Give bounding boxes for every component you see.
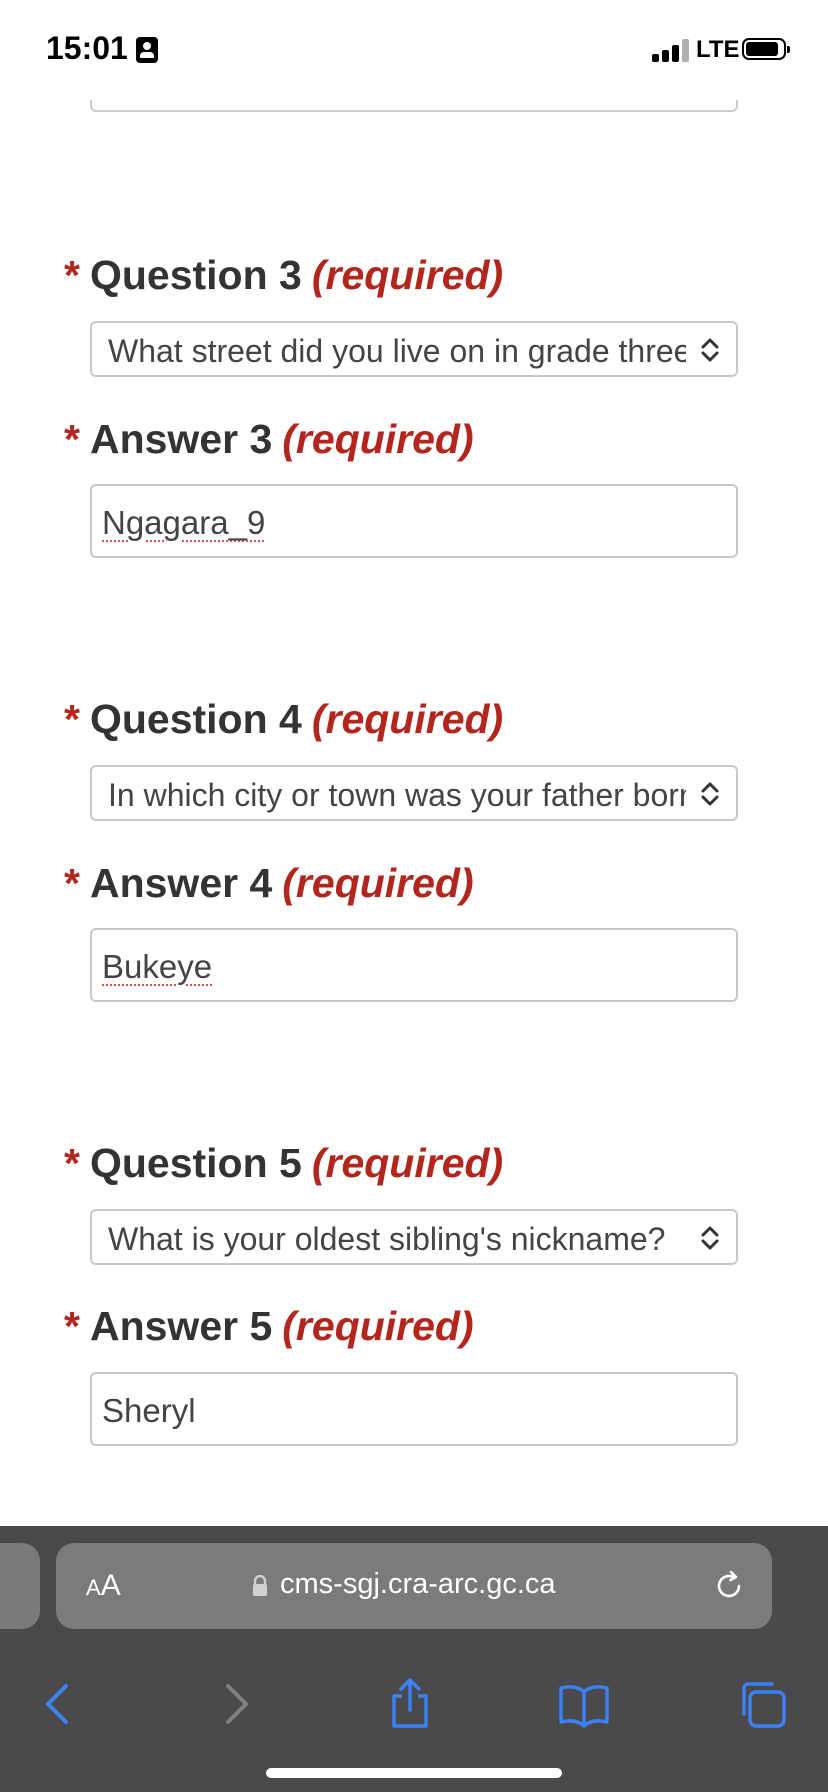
answer-4-label-text: Answer 4 (89, 860, 273, 906)
share-icon[interactable] (382, 1676, 438, 1732)
previous-tab-preview[interactable] (0, 1543, 40, 1629)
chevron-up-down-icon (701, 1226, 719, 1250)
home-indicator[interactable] (266, 1768, 562, 1778)
lock-icon (253, 1575, 267, 1596)
answer-4-input[interactable]: Bukeye (90, 928, 738, 1002)
answer-3-value: Ngagara_9 (102, 504, 266, 541)
answer-4-value: Bukeye (102, 948, 213, 985)
bookmarks-icon[interactable] (556, 1676, 612, 1732)
answer-3-label: * Answer 3 (required) (64, 416, 474, 463)
question-5-label-text: Question 5 (89, 1140, 302, 1186)
question-4-label: * Question 4 (required) (64, 696, 503, 743)
question-3-selected-value: What street did you live on in grade thr… (108, 333, 686, 369)
answer-4-label: * Answer 4 (required) (64, 860, 474, 907)
answer-5-value: Sheryl (102, 1392, 196, 1429)
required-text: (required) (311, 252, 504, 298)
question-5-selected-value: What is your oldest sibling's nickname? (108, 1221, 666, 1257)
contact-card-icon (136, 37, 158, 63)
required-text: (required) (311, 1140, 504, 1186)
url-text: cms-sgj.cra-arc.gc.ca (280, 1568, 556, 1600)
back-icon[interactable] (30, 1676, 86, 1732)
question-4-label-text: Question 4 (89, 696, 302, 742)
answer-3-label-text: Answer 3 (89, 416, 273, 462)
chevron-up-down-icon (701, 782, 719, 806)
network-type: LTE (696, 36, 740, 63)
question-5-label: * Question 5 (required) (64, 1140, 503, 1187)
question-3-select[interactable]: What street did you live on in grade thr… (90, 321, 738, 377)
question-3-label-text: Question 3 (89, 252, 302, 298)
status-time: 15:01 (46, 30, 128, 66)
required-star: * (64, 1303, 80, 1349)
answer-5-label-text: Answer 5 (89, 1303, 273, 1349)
required-star: * (64, 696, 80, 742)
status-bar: 15:01 LTE (0, 0, 828, 100)
battery-icon (742, 38, 790, 60)
reload-icon[interactable] (712, 1569, 746, 1603)
address-bar[interactable]: AA cms-sgj.cra-arc.gc.ca (56, 1543, 772, 1629)
required-star: * (64, 252, 80, 298)
required-text: (required) (282, 860, 474, 906)
answer-5-label: * Answer 5 (required) (64, 1303, 474, 1350)
required-star: * (64, 1140, 80, 1186)
signal-strength-icon (652, 38, 690, 62)
required-text: (required) (311, 696, 504, 742)
reader-settings-button[interactable]: AA (86, 1569, 121, 1603)
required-star: * (64, 416, 80, 462)
answer-3-input[interactable]: Ngagara_9 (90, 484, 738, 558)
browser-bottom-bar: AA cms-sgj.cra-arc.gc.ca (0, 1526, 828, 1792)
answer-5-input[interactable]: Sheryl (90, 1372, 738, 1446)
forward-icon[interactable] (208, 1676, 264, 1732)
question-4-selected-value: In which city or town was your father bo… (108, 777, 686, 813)
required-text: (required) (282, 416, 474, 462)
question-5-select[interactable]: What is your oldest sibling's nickname? (90, 1209, 738, 1265)
question-4-select[interactable]: In which city or town was your father bo… (90, 765, 738, 821)
tabs-icon[interactable] (734, 1676, 790, 1732)
required-text: (required) (282, 1303, 474, 1349)
question-3-label: * Question 3 (required) (64, 252, 503, 299)
required-star: * (64, 860, 80, 906)
chevron-up-down-icon (701, 338, 719, 362)
